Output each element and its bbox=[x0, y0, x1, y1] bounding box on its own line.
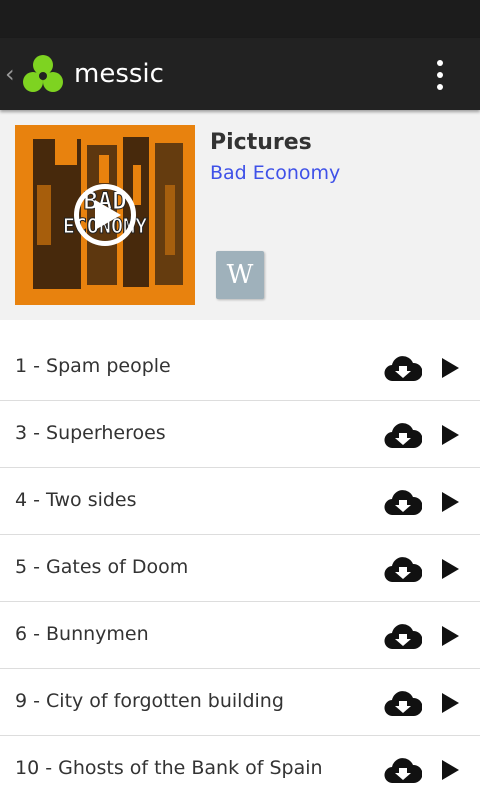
play-icon[interactable] bbox=[440, 424, 460, 446]
track-row[interactable]: 1 - Spam people bbox=[0, 334, 480, 401]
track-name: 10 - Ghosts of the Bank of Spain bbox=[15, 757, 323, 779]
track-row[interactable]: 3 - Superheroes bbox=[0, 401, 480, 468]
play-icon[interactable] bbox=[440, 759, 460, 781]
action-bar: ‹ messic bbox=[0, 38, 480, 110]
cloud-download-icon[interactable] bbox=[384, 555, 422, 583]
wikipedia-icon: W bbox=[226, 260, 254, 290]
artist-link[interactable]: Bad Economy bbox=[210, 162, 340, 184]
app-title: messic bbox=[74, 59, 164, 89]
cloud-download-icon[interactable] bbox=[384, 622, 422, 650]
play-icon[interactable] bbox=[440, 558, 460, 580]
play-icon[interactable] bbox=[440, 625, 460, 647]
track-name: 5 - Gates of Doom bbox=[15, 556, 189, 578]
track-row[interactable]: 9 - City of forgotten building bbox=[0, 669, 480, 736]
cloud-download-icon[interactable] bbox=[384, 756, 422, 784]
home-up-button[interactable]: ‹ messic bbox=[0, 38, 168, 110]
album-header: BAD ECONOMY Pictures Bad Economy W bbox=[0, 110, 480, 320]
play-icon[interactable] bbox=[440, 491, 460, 513]
play-icon[interactable] bbox=[440, 357, 460, 379]
play-album-icon[interactable] bbox=[74, 184, 136, 246]
chevron-left-icon: ‹ bbox=[5, 60, 15, 88]
track-name: 3 - Superheroes bbox=[15, 422, 166, 444]
track-row[interactable]: 5 - Gates of Doom bbox=[0, 535, 480, 602]
track-list: 1 - Spam people 3 - Superheroes 4 - Two … bbox=[0, 334, 480, 800]
album-cover[interactable]: BAD ECONOMY bbox=[15, 125, 195, 305]
overflow-menu-icon[interactable] bbox=[428, 60, 452, 90]
play-icon[interactable] bbox=[440, 692, 460, 714]
messic-logo-icon bbox=[23, 55, 63, 92]
track-row[interactable]: 6 - Bunnymen bbox=[0, 602, 480, 669]
cloud-download-icon[interactable] bbox=[384, 689, 422, 717]
track-name: 1 - Spam people bbox=[15, 355, 171, 377]
cloud-download-icon[interactable] bbox=[384, 488, 422, 516]
track-row[interactable]: 4 - Two sides bbox=[0, 468, 480, 535]
track-name: 6 - Bunnymen bbox=[15, 623, 149, 645]
album-title: Pictures bbox=[210, 130, 312, 155]
wikipedia-button[interactable]: W bbox=[216, 251, 264, 299]
track-name: 4 - Two sides bbox=[15, 489, 137, 511]
cloud-download-icon[interactable] bbox=[384, 421, 422, 449]
status-bar bbox=[0, 0, 480, 38]
track-name: 9 - City of forgotten building bbox=[15, 690, 284, 712]
cloud-download-icon[interactable] bbox=[384, 354, 422, 382]
track-row[interactable]: 10 - Ghosts of the Bank of Spain bbox=[0, 736, 480, 800]
